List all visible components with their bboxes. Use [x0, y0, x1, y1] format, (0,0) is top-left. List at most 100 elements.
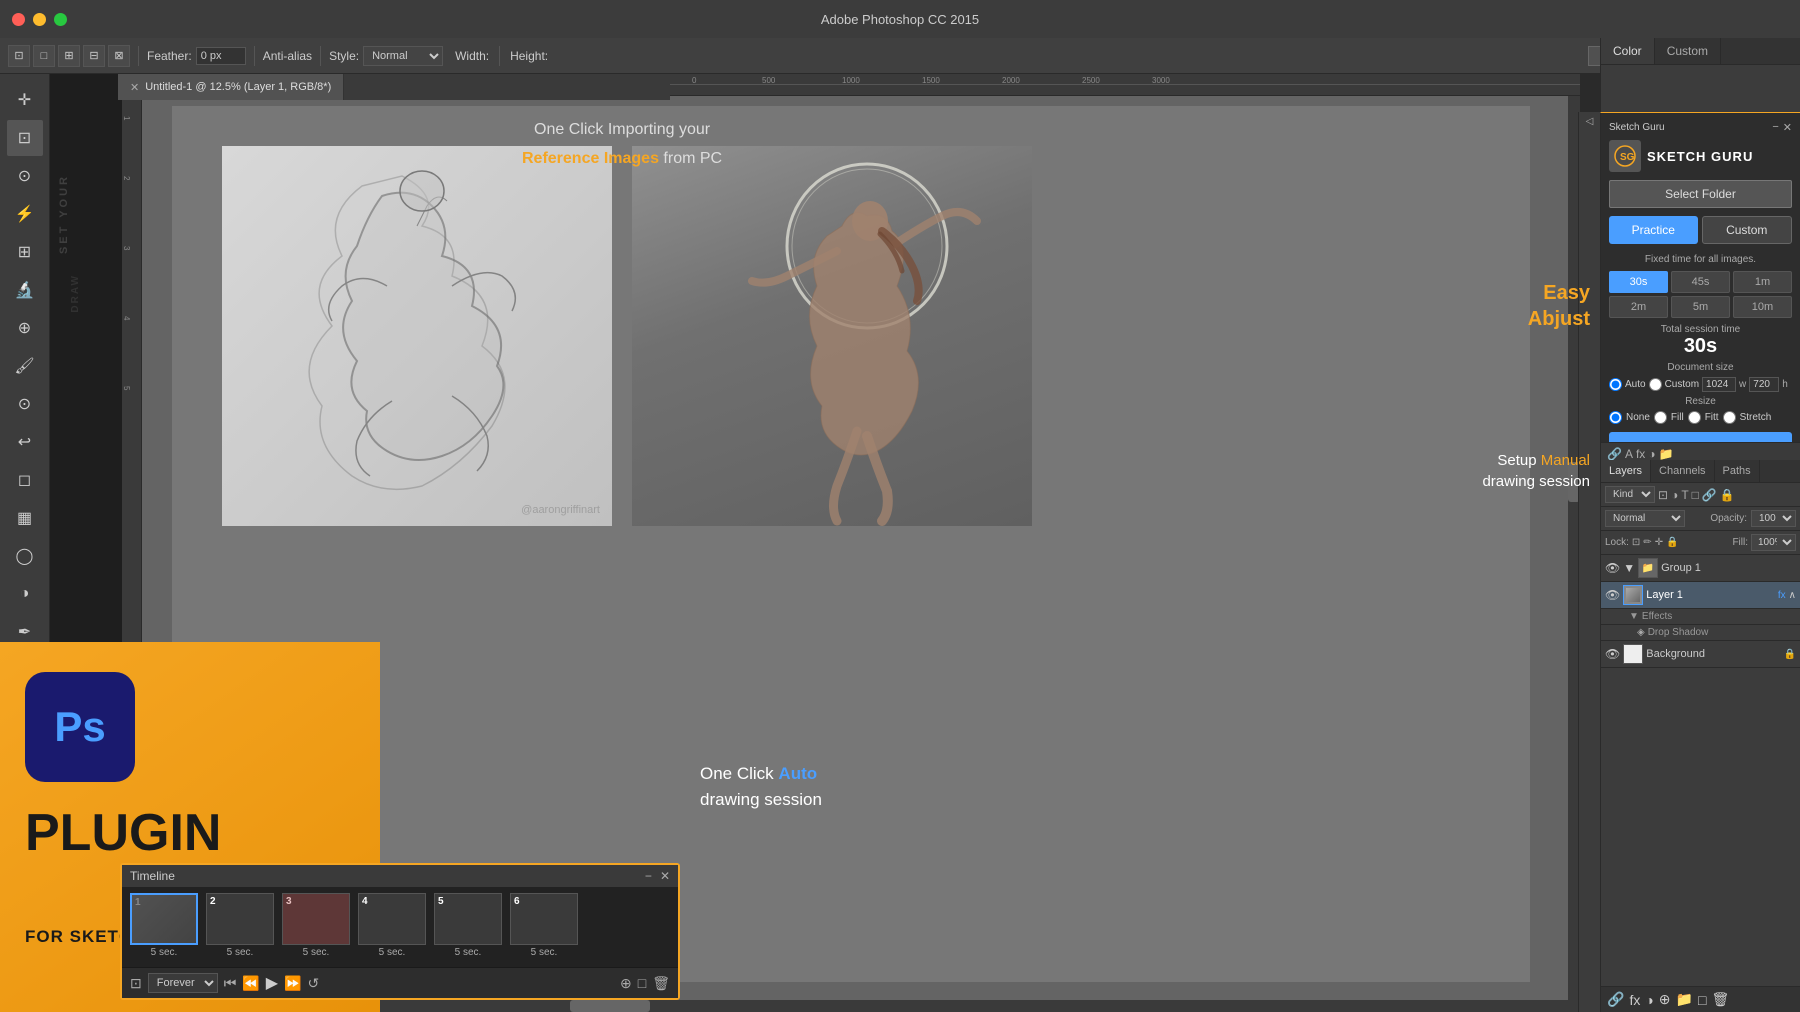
- plugin-header-controls[interactable]: − ✕: [1772, 121, 1792, 134]
- layer-adj-btn[interactable]: ⊕: [1659, 991, 1671, 1008]
- blur-tool[interactable]: ◯: [7, 538, 43, 574]
- lasso-tool[interactable]: ⊙: [7, 158, 43, 194]
- gradient-tool[interactable]: ▦: [7, 500, 43, 536]
- minimize-button[interactable]: [33, 13, 46, 26]
- move-tool[interactable]: ✛: [7, 82, 43, 118]
- eyedropper-tool[interactable]: 🔬: [7, 272, 43, 308]
- filter-type-btn[interactable]: T: [1681, 488, 1688, 502]
- layer-background[interactable]: 👁 Background 🔒: [1601, 641, 1800, 668]
- selection-sub-btn[interactable]: ⊟: [83, 45, 105, 67]
- play-loop-btn[interactable]: ↺: [308, 975, 320, 992]
- play-start-btn[interactable]: ⏮: [224, 975, 237, 992]
- fx-icon[interactable]: fx: [1636, 447, 1645, 461]
- lock-all-btn[interactable]: 🔒: [1666, 537, 1678, 548]
- timeline-del-btn[interactable]: 🗑: [652, 975, 670, 992]
- tab-layers[interactable]: Layers: [1601, 460, 1651, 482]
- custom-button[interactable]: Custom: [1702, 216, 1793, 244]
- play-btn[interactable]: ▶: [266, 973, 278, 993]
- practice-button[interactable]: Practice: [1609, 216, 1698, 244]
- time-5m-btn[interactable]: 5m: [1671, 296, 1730, 318]
- fill-radio[interactable]: [1654, 411, 1667, 424]
- tab-close-icon[interactable]: ✕: [130, 81, 139, 94]
- link-icon[interactable]: 🔗: [1607, 447, 1622, 461]
- opacity-select[interactable]: 100%: [1751, 510, 1796, 527]
- fitt-radio[interactable]: [1688, 411, 1701, 424]
- layer1-vis-icon[interactable]: 👁: [1605, 588, 1620, 602]
- style-select[interactable]: Normal: [363, 46, 443, 66]
- filter-shape-btn[interactable]: □: [1692, 488, 1699, 502]
- filter-adj-btn[interactable]: ◑: [1671, 488, 1678, 502]
- play-prev-btn[interactable]: ⏪: [242, 975, 259, 992]
- bg-vis-icon[interactable]: 👁: [1605, 647, 1620, 661]
- layer1-expand-icon[interactable]: ∧: [1789, 590, 1796, 601]
- timeline-frames-icon[interactable]: ⊡: [130, 975, 142, 992]
- tab-paths[interactable]: Paths: [1715, 460, 1760, 482]
- document-tab[interactable]: ✕ Untitled-1 @ 12.5% (Layer 1, RGB/8*): [118, 74, 344, 100]
- layer-link-btn[interactable]: 🔗: [1607, 991, 1624, 1008]
- selection-new-btn[interactable]: □: [33, 45, 55, 67]
- panel-toggle-btn[interactable]: ◁: [1584, 116, 1595, 127]
- stretch-radio[interactable]: [1723, 411, 1736, 424]
- layer-new-btn[interactable]: □: [1698, 992, 1706, 1008]
- frame-3[interactable]: 3 5 sec.: [280, 893, 352, 961]
- history-brush-tool[interactable]: ↩: [7, 424, 43, 460]
- frame-1[interactable]: 1 5 sec.: [128, 893, 200, 961]
- filter-pixel-btn[interactable]: ⊡: [1658, 488, 1668, 502]
- effects-expand-icon[interactable]: ▼: [1629, 611, 1639, 622]
- timeline-tween-btn[interactable]: ⊕: [620, 975, 632, 992]
- lock-px-btn[interactable]: ⊡: [1632, 537, 1640, 548]
- window-controls[interactable]: [12, 13, 67, 26]
- filter-sm-btn[interactable]: 🔗: [1702, 488, 1717, 502]
- time-10m-btn[interactable]: 10m: [1733, 296, 1792, 318]
- layer-layer1[interactable]: 👁 Layer 1 fx ∧: [1601, 582, 1800, 609]
- selection-add-btn[interactable]: ⊞: [58, 45, 80, 67]
- frame-5[interactable]: 5 5 sec.: [432, 893, 504, 961]
- group1-expand-icon[interactable]: ▼: [1623, 561, 1635, 575]
- frame-2[interactable]: 2 5 sec.: [204, 893, 276, 961]
- close-button[interactable]: [12, 13, 25, 26]
- none-radio[interactable]: [1609, 411, 1622, 424]
- eraser-tool[interactable]: ◻: [7, 462, 43, 498]
- time-30s-btn[interactable]: 30s: [1609, 271, 1668, 293]
- tab-channels[interactable]: Channels: [1651, 460, 1714, 482]
- time-2m-btn[interactable]: 2m: [1609, 296, 1668, 318]
- stamp-tool[interactable]: ⊙: [7, 386, 43, 422]
- forever-select[interactable]: Forever: [148, 973, 218, 993]
- timeline-close-btn[interactable]: ✕: [660, 869, 670, 883]
- magic-wand-tool[interactable]: ⚡: [7, 196, 43, 232]
- lock-draw-btn[interactable]: ✏: [1643, 537, 1651, 548]
- plugin-close-btn[interactable]: ✕: [1783, 121, 1792, 134]
- filter-lock-btn[interactable]: 🔒: [1720, 488, 1735, 502]
- selection-int-btn[interactable]: ⊠: [108, 45, 130, 67]
- timeline-dup-btn[interactable]: □: [638, 975, 646, 991]
- font-icon[interactable]: A: [1625, 447, 1633, 461]
- time-45s-btn[interactable]: 45s: [1671, 271, 1730, 293]
- layer-effects[interactable]: ▼ Effects: [1601, 609, 1800, 625]
- tab-swatches[interactable]: Custom: [1655, 38, 1721, 64]
- dodge-tool[interactable]: ◑: [7, 576, 43, 612]
- timeline-minimize-btn[interactable]: −: [645, 869, 652, 883]
- frame-6[interactable]: 6 5 sec.: [508, 893, 580, 961]
- heal-tool[interactable]: ⊕: [7, 310, 43, 346]
- layer-del-btn[interactable]: 🗑: [1711, 991, 1729, 1008]
- height-input[interactable]: [1749, 377, 1779, 392]
- layer-group-btn[interactable]: 📁: [1676, 991, 1693, 1008]
- feather-input[interactable]: [196, 47, 246, 65]
- plugin-minimize-btn[interactable]: −: [1772, 121, 1778, 134]
- width-input[interactable]: [1702, 377, 1736, 392]
- timeline-header-controls[interactable]: − ✕: [645, 869, 670, 883]
- layer-dropshadow[interactable]: ◈ Drop Shadow: [1601, 625, 1800, 641]
- maximize-button[interactable]: [54, 13, 67, 26]
- layer-group1[interactable]: 👁 ▼ 📁 Group 1: [1601, 555, 1800, 582]
- group1-vis-icon[interactable]: 👁: [1605, 561, 1620, 575]
- layer-mask-btn[interactable]: ◑: [1645, 992, 1653, 1008]
- crop-tool[interactable]: ⊞: [7, 234, 43, 270]
- brush-tool[interactable]: 🖌: [7, 348, 43, 384]
- selection-mode-btn[interactable]: ⊡: [8, 45, 30, 67]
- lock-move-btn[interactable]: ✛: [1655, 537, 1663, 548]
- tab-color[interactable]: Color: [1601, 38, 1655, 64]
- blend-mode-select[interactable]: Normal: [1605, 510, 1685, 527]
- folder-icon[interactable]: 📁: [1659, 447, 1674, 461]
- play-next-btn[interactable]: ⏩: [284, 975, 301, 992]
- frame-4[interactable]: 4 5 sec.: [356, 893, 428, 961]
